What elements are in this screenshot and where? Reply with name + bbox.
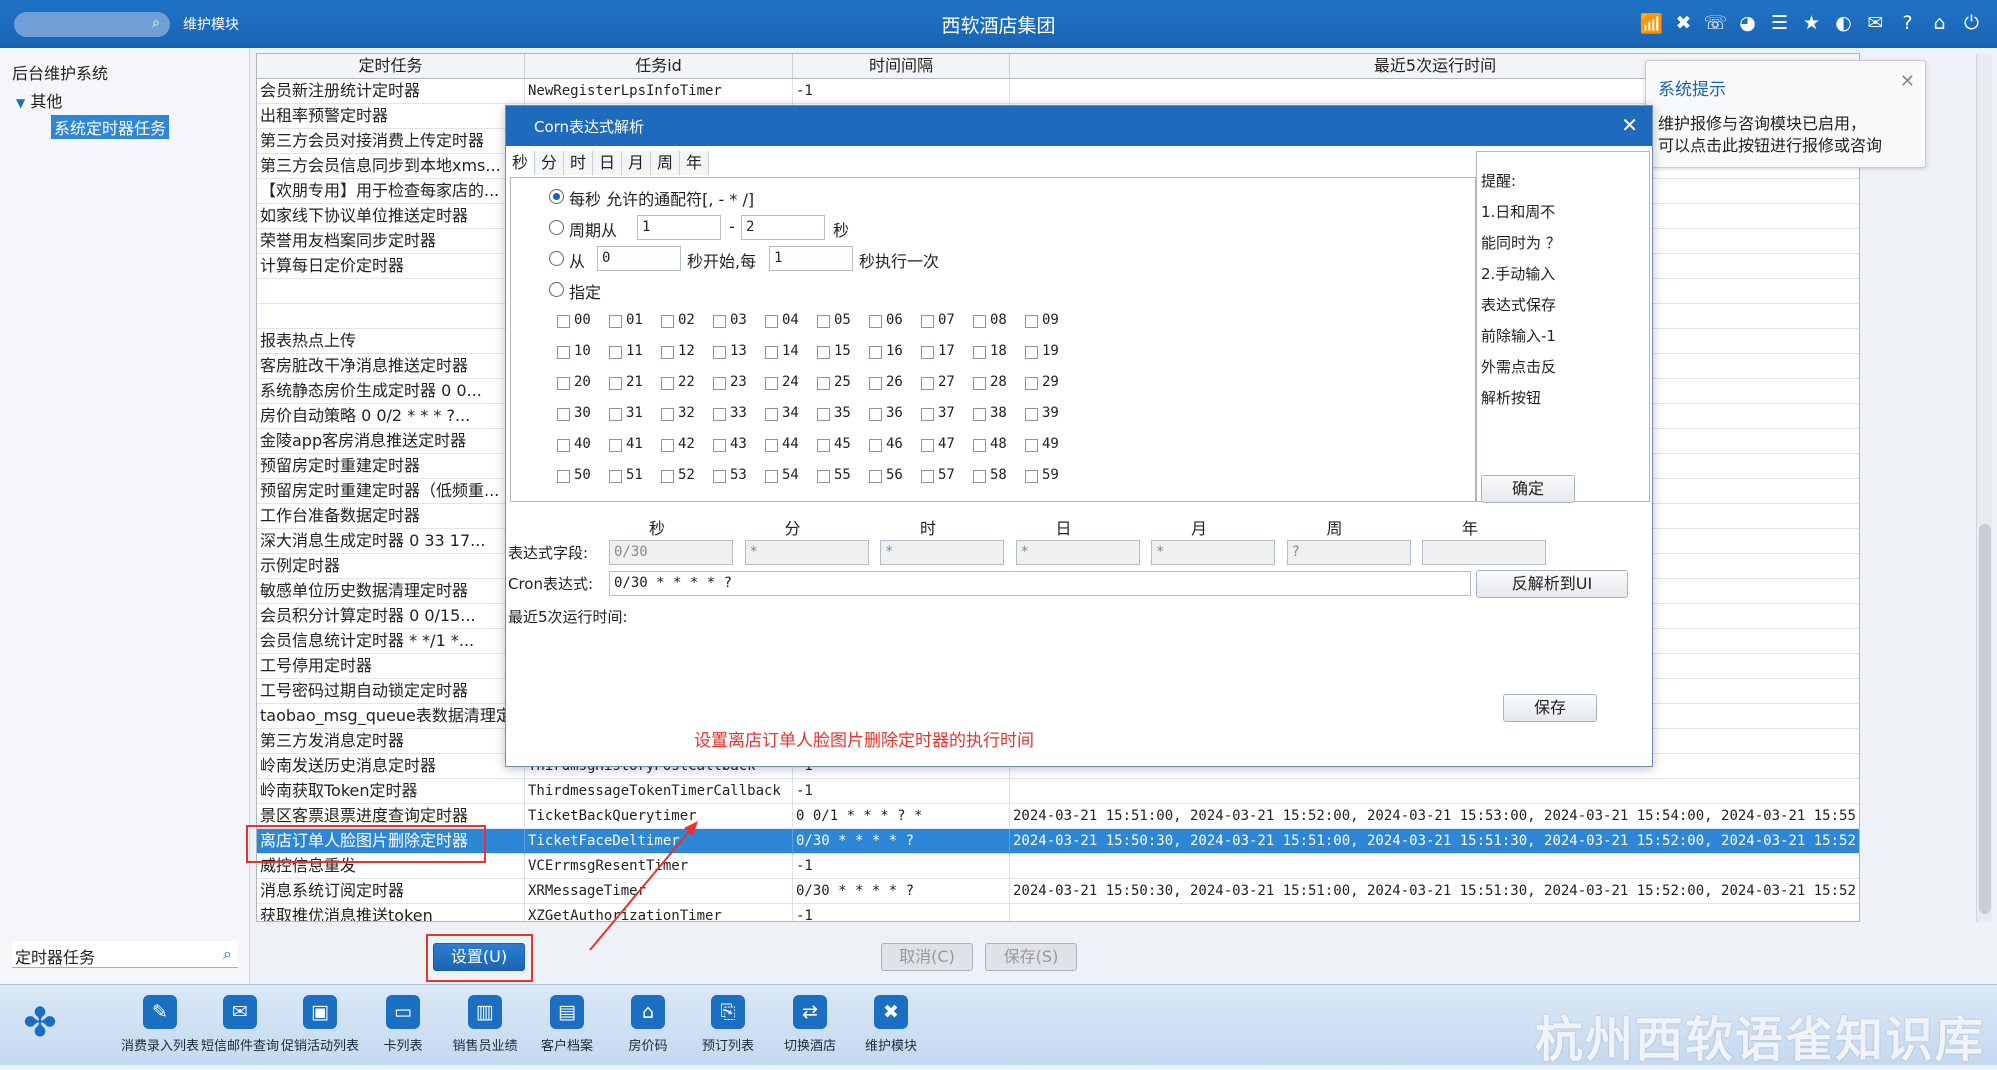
taskbar-icon: ✖ [874, 995, 908, 1029]
taskbar-item[interactable]: ✎ 消费录入列表 [115, 995, 205, 1054]
taskbar-label: 消费录入列表 [120, 1039, 199, 1054]
taskbar-icon: ⎘ [711, 995, 745, 1029]
taskbar-item[interactable]: ✖ 维护模块 [846, 995, 936, 1054]
taskbar-label: 短信邮件查询 [200, 1039, 279, 1054]
taskbar-label: 客户档案 [540, 1039, 593, 1054]
taskbar-icon: ⇄ [793, 995, 827, 1029]
taskbar-label: 房价码 [628, 1039, 668, 1054]
taskbar-icon: ▤ [550, 995, 584, 1029]
taskbar-item[interactable]: ⇄ 切换酒店 [765, 995, 855, 1054]
taskbar-item[interactable]: ▭ 卡列表 [358, 995, 448, 1054]
taskbar-label: 维护模块 [864, 1039, 917, 1054]
taskbar-item[interactable]: ▥ 销售员业绩 [440, 995, 530, 1054]
app-grid-icon[interactable]: ✤ [18, 1001, 62, 1045]
taskbar-label: 促销活动列表 [280, 1039, 359, 1054]
taskbar-icon: ⌂ [631, 995, 665, 1029]
taskbar-label: 预订列表 [701, 1039, 754, 1054]
taskbar-label: 切换酒店 [783, 1039, 836, 1054]
taskbar-icon: ▣ [303, 995, 337, 1029]
taskbar-item[interactable]: ▣ 促销活动列表 [275, 995, 365, 1054]
taskbar-label: 销售员业绩 [452, 1039, 518, 1054]
watermark: 杭州西软语雀知识库 [1534, 1012, 1985, 1068]
taskbar-icon: ✎ [143, 995, 177, 1029]
taskbar-item[interactable]: ⎘ 预订列表 [683, 995, 773, 1054]
annotation-arrow [589, 821, 698, 951]
taskbar-item[interactable]: ⌂ 房价码 [603, 995, 693, 1054]
taskbar-icon: ▥ [468, 995, 502, 1029]
taskbar-item[interactable]: ✉ 短信邮件查询 [195, 995, 285, 1054]
taskbar-label: 卡列表 [383, 1039, 423, 1054]
taskbar-item[interactable]: ▤ 客户档案 [522, 995, 612, 1054]
taskbar-icon: ▭ [386, 995, 420, 1029]
taskbar-icon: ✉ [223, 995, 257, 1029]
